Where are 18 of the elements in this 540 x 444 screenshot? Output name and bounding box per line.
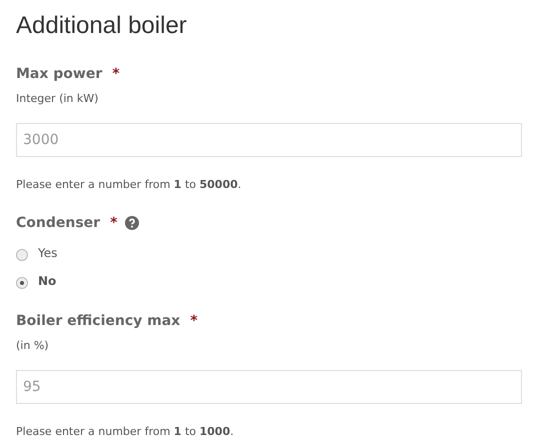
form-title: Additional boiler	[16, 11, 188, 41]
help-icon[interactable]	[125, 216, 140, 230]
field-label: Max power	[16, 66, 102, 82]
option-label: No	[38, 274, 56, 288]
radio-button[interactable]	[16, 276, 28, 288]
help-text: Please enter a number from 1 to 50000.	[16, 178, 242, 191]
required-mark: *	[190, 313, 198, 329]
field-label: Boiler efficiency max	[16, 313, 180, 329]
radio-button[interactable]	[16, 248, 28, 260]
required-mark: *	[110, 215, 118, 231]
field-label: Condenser	[16, 215, 100, 231]
input-field[interactable]: 3000	[16, 123, 522, 157]
field-hint: (in %)	[16, 339, 50, 352]
required-mark: *	[112, 66, 120, 82]
field-hint: Integer (in kW)	[16, 92, 100, 105]
input-field[interactable]: 95	[16, 370, 522, 404]
option-label: Yes	[38, 246, 58, 260]
help-text: Please enter a number from 1 to 1000.	[16, 425, 235, 438]
